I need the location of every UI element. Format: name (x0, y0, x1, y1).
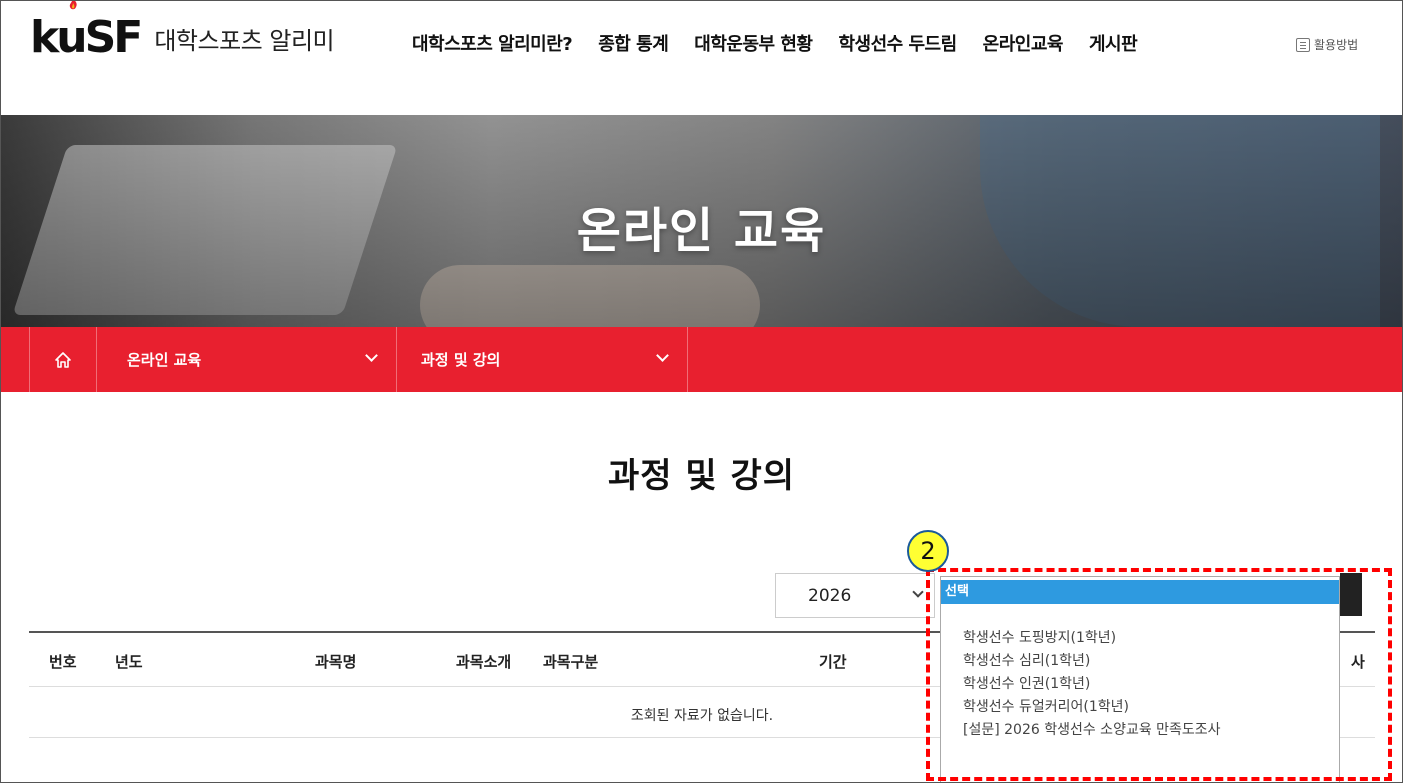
column-header-category: 과목구분 (543, 653, 599, 671)
home-button[interactable] (29, 327, 96, 392)
nav-item-teams[interactable]: 대학운동부 현황 (694, 30, 813, 56)
chevron-down-icon (656, 349, 669, 362)
logo-mark: kuSF (30, 12, 143, 63)
nav-item-statistics[interactable]: 종합 통계 (598, 30, 669, 56)
column-header-subject: 과목명 (315, 653, 357, 671)
column-header-intro: 과목소개 (456, 653, 512, 671)
year-select-value: 2026 (808, 585, 852, 606)
column-header-period: 기간 (819, 653, 847, 671)
main-nav: 대학스포츠 알리미란? 종합 통계 대학운동부 현황 학생선수 두드림 온라인교… (412, 30, 1163, 56)
nav-item-about[interactable]: 대학스포츠 알리미란? (412, 30, 573, 56)
site-header: kuSF 대학스포츠 알리미 대학스포츠 알리미란? 종합 통계 대학운동부 현… (0, 0, 1403, 115)
dropdown-option-selected[interactable]: 선택 (941, 580, 1339, 604)
dropdown-options: 학생선수 도핑방지(1학년) 학생선수 심리(1학년) 학생선수 인권(1학년)… (963, 627, 1221, 742)
breadcrumb-level1-dropdown[interactable]: 온라인 교육 (96, 327, 396, 392)
help-label: 활용방법 (1314, 38, 1359, 52)
page-title: 과정 및 강의 (607, 456, 796, 496)
dropdown-option[interactable]: 학생선수 인권(1학년) (963, 673, 1221, 696)
dropdown-option[interactable]: 학생선수 도핑방지(1학년) (963, 627, 1221, 650)
column-header-year: 년도 (115, 653, 143, 671)
sub-navigation: 온라인 교육 과정 및 강의 (0, 327, 1403, 392)
help-link[interactable]: 활용방법 (1296, 36, 1358, 53)
site-name: 대학스포츠 알리미 (154, 26, 335, 55)
annotation-step-number: 2 (907, 530, 949, 572)
column-header-number: 번호 (49, 653, 77, 671)
flame-icon (69, 0, 77, 10)
year-select[interactable]: 2026 (775, 573, 935, 618)
search-button[interactable] (1340, 573, 1362, 616)
home-icon (55, 351, 71, 368)
nav-item-board[interactable]: 게시판 (1089, 30, 1138, 56)
hero-banner: 온라인 교육 (0, 115, 1403, 327)
dropdown-option[interactable]: [설문] 2026 학생선수 소양교육 만족도조사 (963, 719, 1221, 742)
site-logo[interactable]: kuSF 대학스포츠 알리미 (30, 0, 335, 68)
nav-item-dodream[interactable]: 학생선수 두드림 (838, 30, 957, 56)
column-header-survey: 사 (1351, 653, 1365, 671)
dropdown-option[interactable]: 학생선수 듀얼커리어(1학년) (963, 696, 1221, 719)
breadcrumb-level2-dropdown[interactable]: 과정 및 강의 (396, 327, 688, 392)
breadcrumb-level2-label: 과정 및 강의 (421, 351, 501, 369)
chevron-down-icon (365, 349, 378, 362)
chevron-down-icon (912, 586, 924, 598)
nav-item-online-education[interactable]: 온라인교육 (983, 30, 1064, 56)
course-select-dropdown[interactable]: 선택 학생선수 도핑방지(1학년) 학생선수 심리(1학년) 학생선수 인권(1… (940, 576, 1340, 783)
banner-title: 온라인 교육 (576, 203, 827, 259)
breadcrumb-level1-label: 온라인 교육 (127, 351, 202, 369)
guide-icon (1296, 37, 1310, 52)
dropdown-option[interactable]: 학생선수 심리(1학년) (963, 650, 1221, 673)
